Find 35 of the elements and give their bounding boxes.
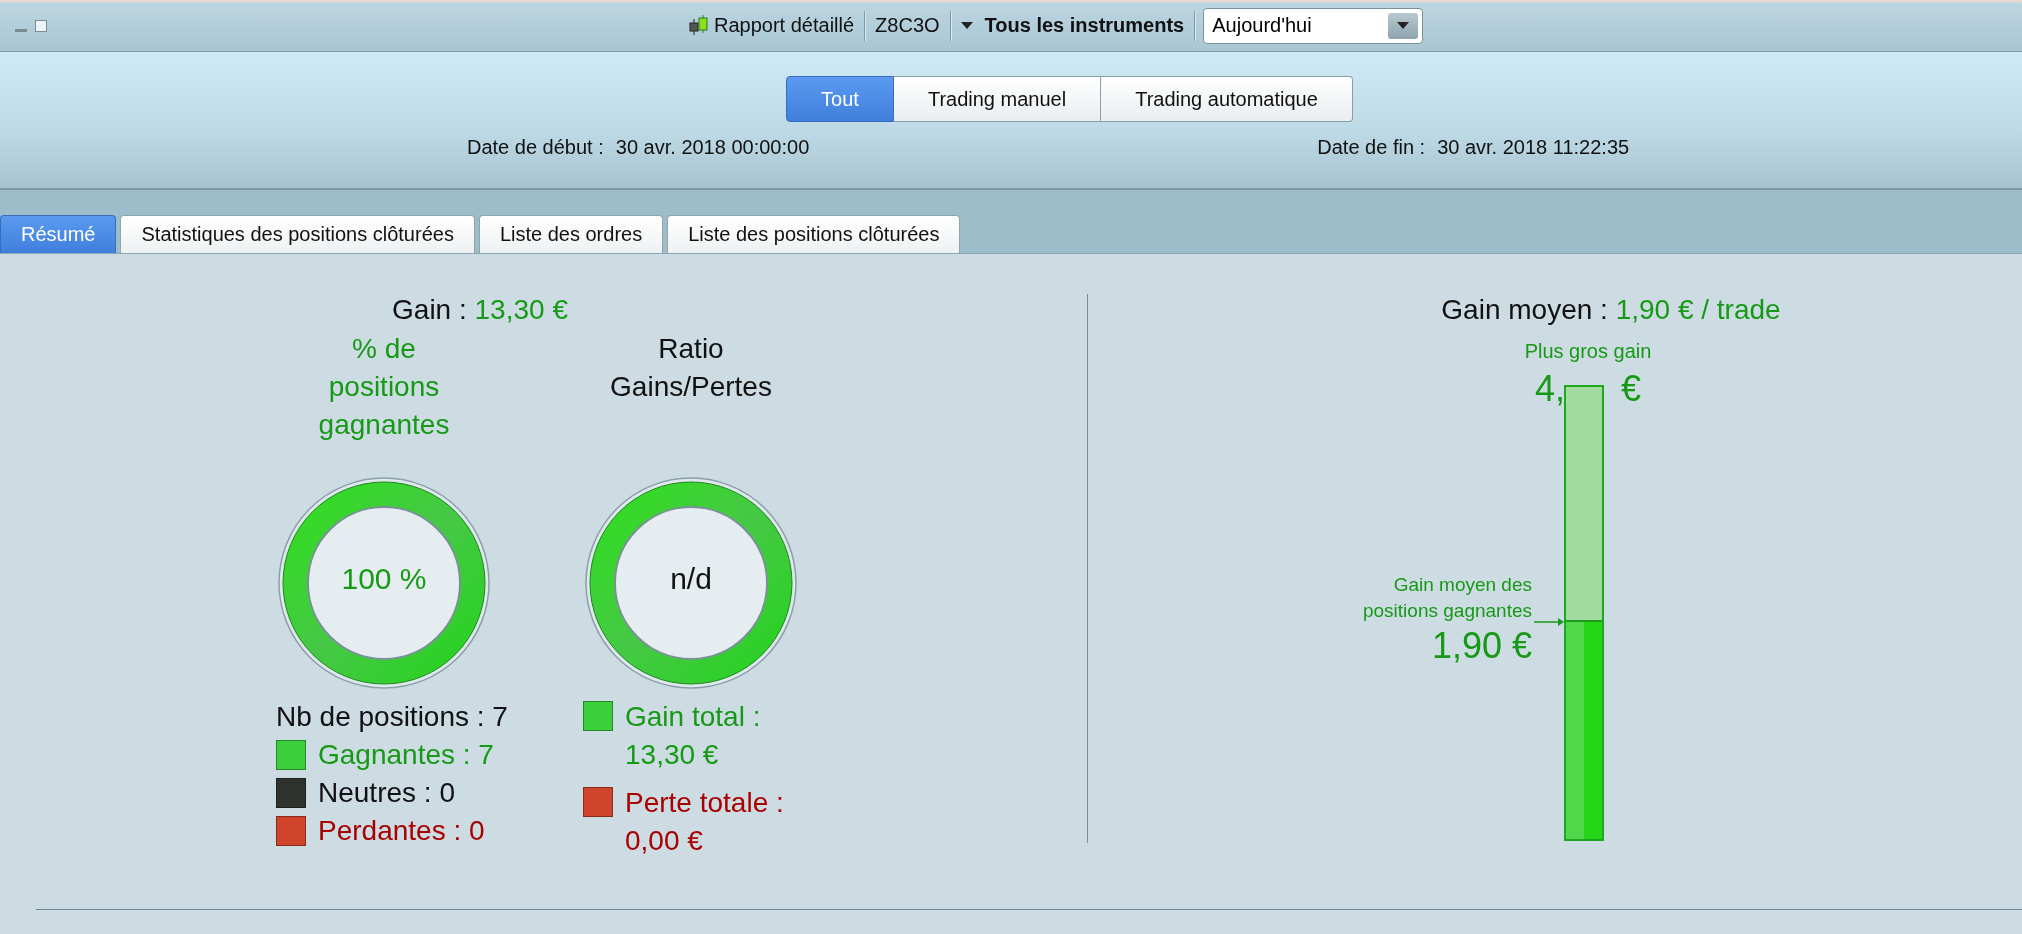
legend-label: Gagnantes : 7: [318, 738, 494, 772]
total-value: 13,30 €: [625, 738, 720, 772]
total-label: Perte totale :: [625, 786, 784, 820]
total-value: 0,00 €: [625, 824, 704, 858]
average-win-label: Gain moyen des positions gagnantes: [1362, 573, 1532, 624]
win-rate-value: 100 %: [340, 562, 428, 596]
largest-gain-currency: €: [1621, 367, 1642, 411]
gain-summary: Gain : 13,30 €: [391, 294, 569, 326]
date-label: Date de début :: [467, 136, 604, 159]
largest-gain-value: 4,: [1534, 367, 1565, 411]
win-rate-title: % de positions gagnantes: [317, 332, 451, 442]
tab[interactable]: Statistiques des positions clôturées: [120, 215, 475, 253]
largest-gain-label: Plus gros gain: [1524, 340, 1652, 363]
legend-label: Neutres : 0: [318, 776, 455, 810]
period-select[interactable]: Aujourd'hui: [1203, 7, 1424, 44]
positions-total: Nb de positions : 7: [276, 700, 508, 734]
tab[interactable]: Liste des ordres: [478, 215, 664, 253]
maximize-icon[interactable]: [34, 18, 48, 33]
mode-button[interactable]: Trading manuel: [893, 76, 1102, 122]
account-label: Z8C3O: [874, 14, 941, 37]
ratio-value: n/d: [669, 562, 713, 596]
instruments-menu[interactable]: Tous les instruments: [958, 12, 1187, 39]
ratio-title: Ratio Gains/Pertes: [609, 332, 773, 404]
date-value: 30 avr. 2018 00:00:00: [615, 136, 810, 159]
total-label: Gain total :: [625, 700, 761, 734]
report-button[interactable]: Rapport détaillé: [686, 11, 857, 40]
average-win-value: 1,90 €: [1431, 624, 1532, 669]
average-gain: Gain moyen : 1,90 € / trade: [1440, 294, 1782, 326]
date-label: Date de fin :: [1317, 136, 1426, 159]
date-value: 30 avr. 2018 11:22:35: [1437, 136, 1630, 159]
mode-button[interactable]: Trading automatique: [1101, 76, 1353, 122]
legend-label: Perdantes : 0: [318, 814, 485, 848]
tab[interactable]: Liste des positions clôturées: [667, 215, 961, 253]
pointer-arrow: [1534, 618, 1564, 627]
candlestick-icon: [688, 13, 710, 38]
